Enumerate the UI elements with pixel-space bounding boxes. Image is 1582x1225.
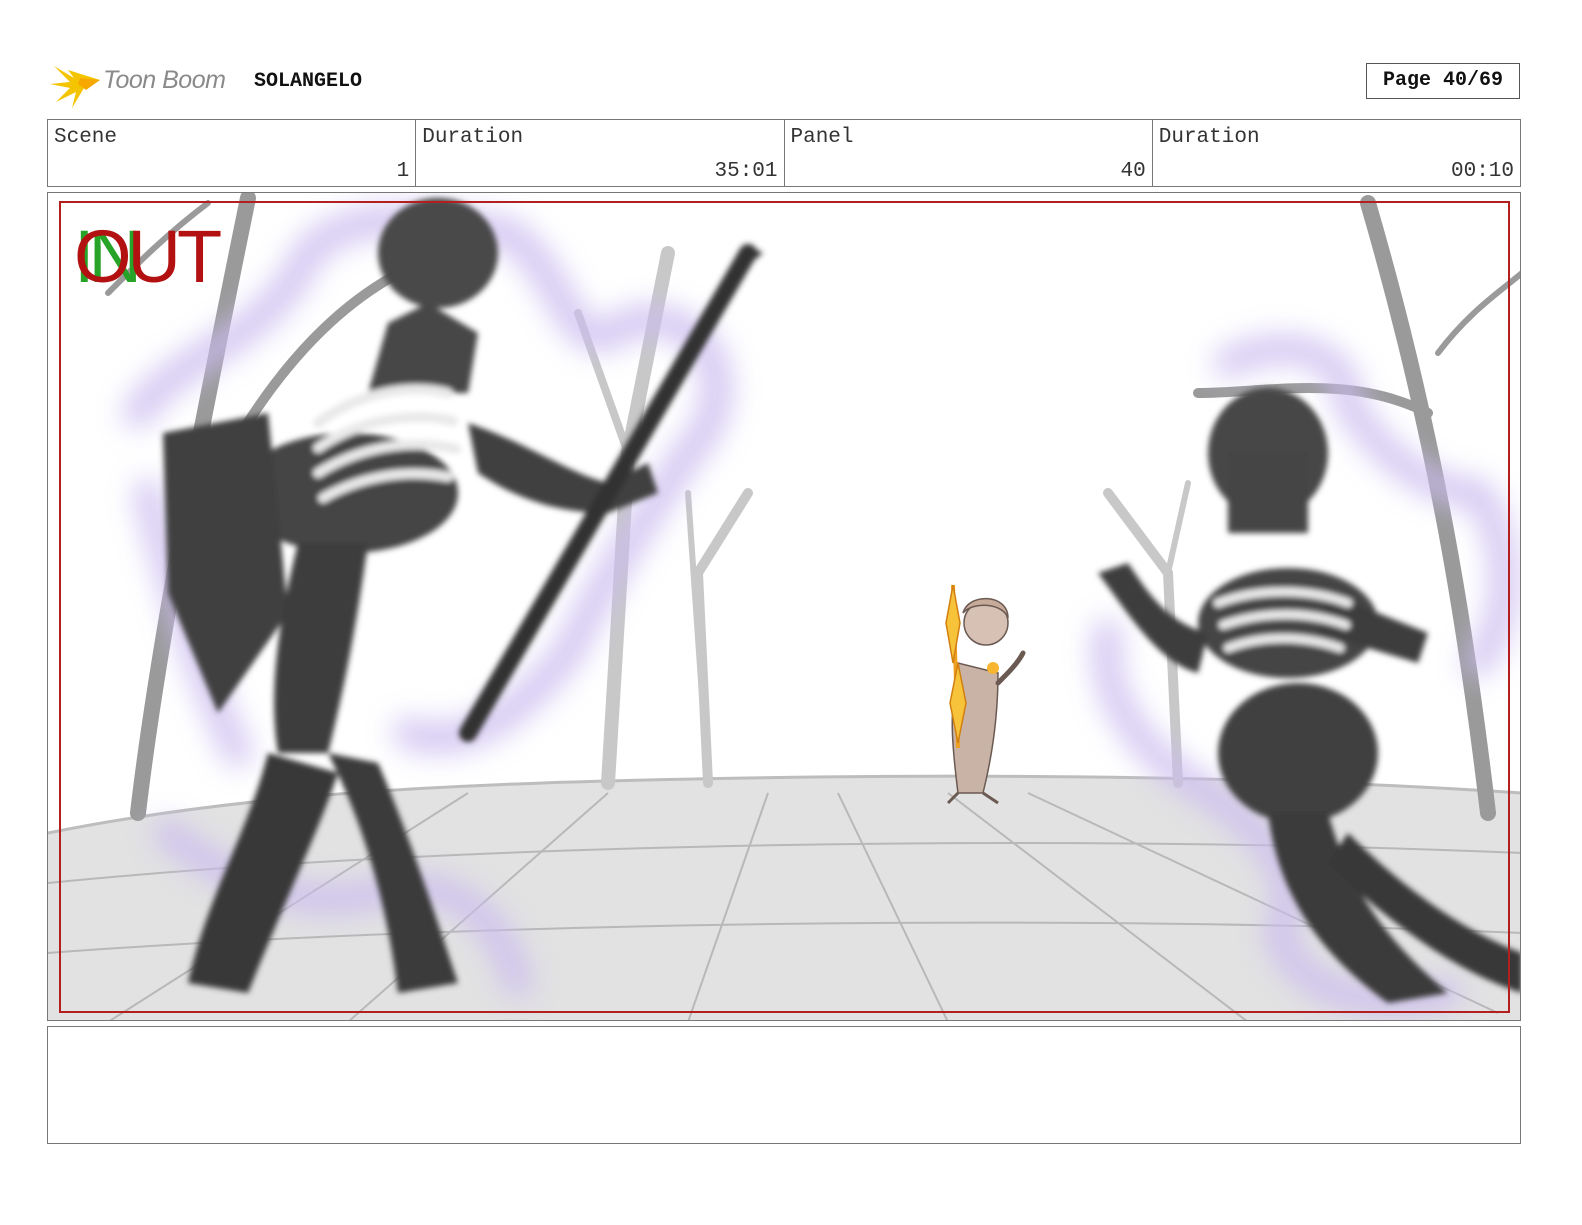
panel-notes-box[interactable] bbox=[47, 1026, 1521, 1144]
project-name: SOLANGELO bbox=[254, 70, 363, 93]
scene-cell: Scene 1 bbox=[48, 120, 417, 186]
scene-duration-value: 35:01 bbox=[714, 160, 778, 183]
toon-boom-logo: Toon Boom bbox=[50, 56, 240, 112]
hero-character bbox=[945, 584, 1026, 805]
panel-drawing bbox=[48, 193, 1520, 1020]
panel-label: Panel bbox=[790, 126, 854, 149]
star-burst-icon bbox=[50, 66, 100, 108]
panel-duration-value: 00:10 bbox=[1450, 160, 1514, 183]
scene-value: 1 bbox=[396, 160, 410, 183]
scene-info-table: Scene 1 Duration 35:01 Panel 40 Duration… bbox=[47, 119, 1521, 187]
scene-duration-cell: Duration 35:01 bbox=[416, 120, 785, 186]
scene-label: Scene bbox=[54, 126, 118, 149]
panel-value: 40 bbox=[1120, 160, 1146, 183]
out-tag: OUT bbox=[74, 215, 222, 298]
page-indicator: Page 40/69 bbox=[1366, 63, 1520, 99]
storyboard-panel: IN OUT bbox=[47, 192, 1521, 1021]
panel-cell: Panel 40 bbox=[785, 120, 1153, 186]
in-out-marker: IN OUT bbox=[74, 217, 244, 297]
logo-text: Toon Boom bbox=[103, 66, 226, 94]
scene-duration-label: Duration bbox=[422, 126, 524, 149]
panel-duration-label: Duration bbox=[1158, 126, 1260, 149]
panel-duration-cell: Duration 00:10 bbox=[1153, 120, 1520, 186]
